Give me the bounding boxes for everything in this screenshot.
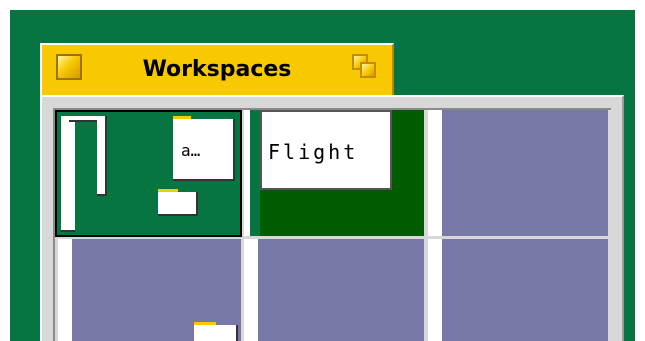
workspace-4[interactable] (58, 239, 241, 341)
mini-window-label: Flight (268, 140, 359, 164)
zoom-box-front-square (360, 62, 376, 78)
zoom-box-icon[interactable] (352, 54, 378, 80)
mini-window-column (97, 116, 107, 196)
workspace-6[interactable] (428, 239, 608, 341)
screen-edge-top (0, 0, 645, 10)
window-title-tab[interactable]: Workspaces (40, 43, 394, 95)
workspace-5[interactable] (244, 239, 424, 341)
mini-window-labeled: a… (173, 119, 235, 181)
workspace-3[interactable] (428, 110, 608, 236)
workspace-2[interactable]: Flight (244, 110, 424, 236)
mini-window-tall (61, 116, 75, 232)
mini-window-label: a… (181, 141, 201, 160)
screen-edge-right (635, 0, 645, 341)
mini-window-small (158, 192, 198, 216)
window-title: Workspaces (142, 57, 292, 82)
mini-window-flight: Flight (260, 110, 392, 190)
screen-edge-left (0, 0, 10, 341)
workspace-1[interactable]: a… (55, 110, 242, 237)
mini-window-small (194, 325, 238, 341)
